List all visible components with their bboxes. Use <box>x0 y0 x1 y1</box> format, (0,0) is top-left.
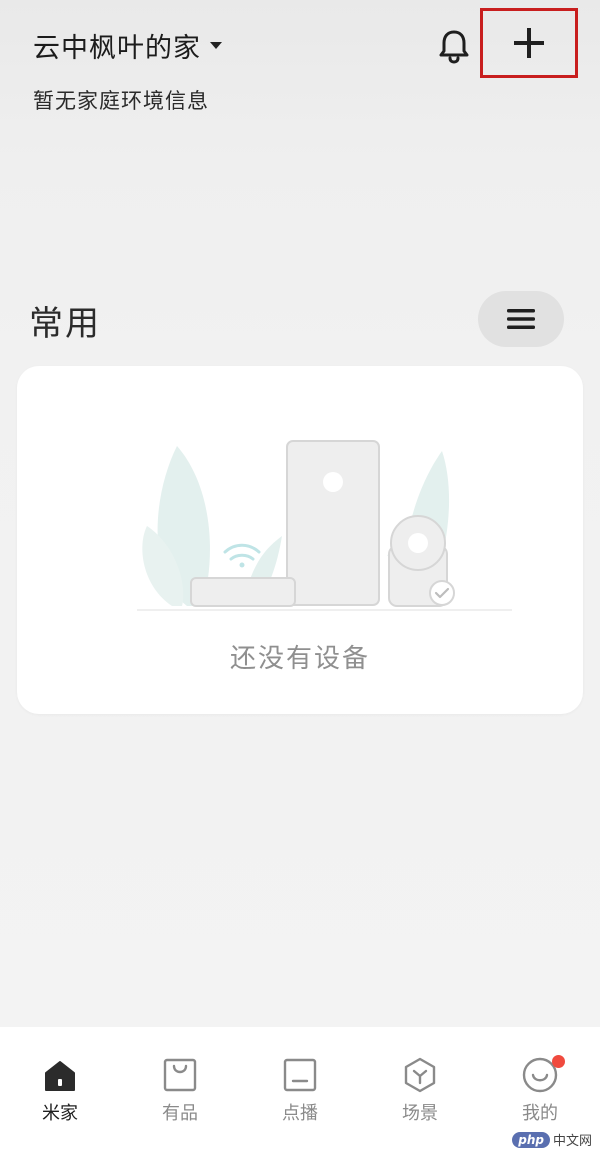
tab-scene[interactable]: 场景 <box>380 1057 460 1125</box>
home-switcher[interactable]: 云中枫叶的家 <box>33 26 222 65</box>
home-name: 云中枫叶的家 <box>33 33 201 64</box>
shopping-bag-icon <box>163 1058 197 1092</box>
tab-profile[interactable]: 我的 <box>500 1055 580 1125</box>
bottom-tab-bar: 米家 有品 点播 场景 我的 <box>0 1027 600 1151</box>
tab-label: 有品 <box>162 1103 198 1124</box>
watermark-text: 中文网 <box>552 1134 592 1149</box>
watermark-logo: php <box>512 1131 550 1148</box>
hamburger-icon <box>507 309 535 329</box>
add-device-button[interactable] <box>480 8 578 78</box>
empty-state-text: 还没有设备 <box>229 644 370 674</box>
tab-dianbo[interactable]: 点播 <box>260 1057 340 1125</box>
scene-cube-icon <box>404 1057 436 1093</box>
notification-badge <box>552 1055 565 1068</box>
home-icon <box>45 1061 75 1091</box>
list-menu-button[interactable] <box>478 291 564 347</box>
plus-icon <box>514 28 544 58</box>
section-title: 常用 <box>29 304 101 344</box>
top-header: 云中枫叶的家 暂无家庭环境信息 <box>0 0 600 130</box>
dropdown-caret-icon <box>210 42 222 49</box>
empty-devices-illustration-icon <box>137 440 512 611</box>
tab-youpin[interactable]: 有品 <box>140 1057 220 1125</box>
tab-label: 米家 <box>42 1103 78 1124</box>
media-icon <box>283 1058 317 1092</box>
tab-label: 点播 <box>282 1103 318 1124</box>
site-watermark: php 中文网 <box>512 1130 592 1149</box>
notification-bell-icon[interactable] <box>436 26 472 66</box>
environment-info: 暂无家庭环境信息 <box>33 89 209 113</box>
tab-label: 场景 <box>402 1103 438 1124</box>
devices-card: 还没有设备 <box>17 366 583 714</box>
tab-label: 我的 <box>522 1103 558 1124</box>
tab-mijia[interactable]: 米家 <box>20 1057 100 1125</box>
